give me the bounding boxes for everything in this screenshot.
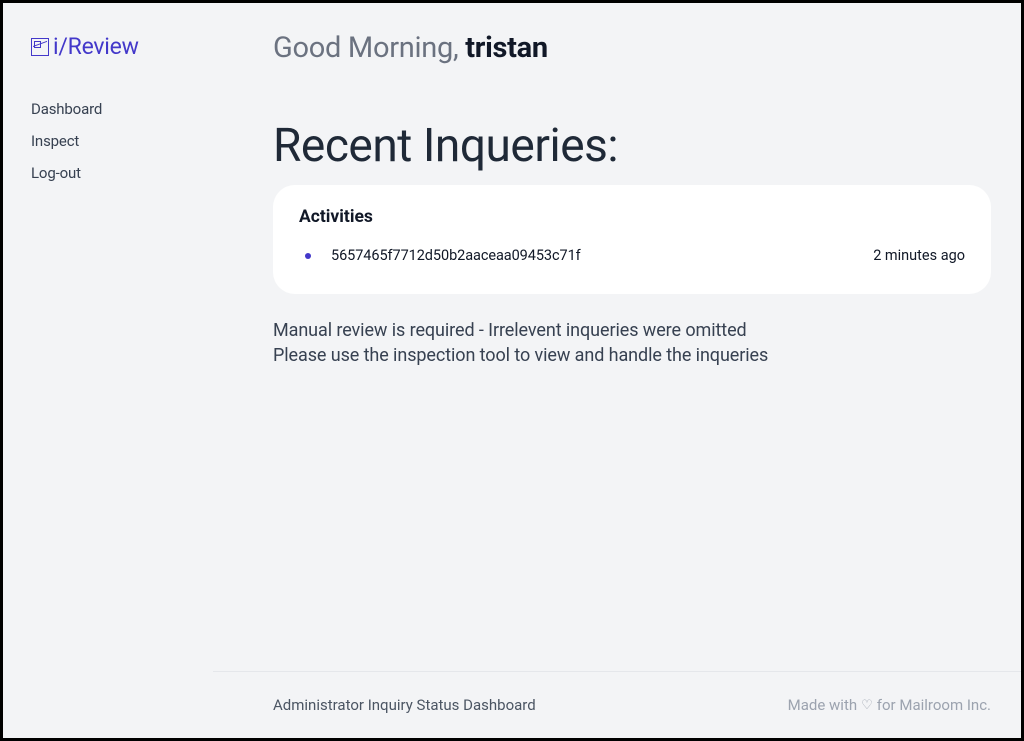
footer-right-prefix: Made with	[788, 696, 857, 714]
greeting-prefix: Good Morning,	[273, 31, 465, 65]
greeting-name: tristan	[465, 31, 548, 65]
note-line-2: Please use the inspection tool to view a…	[273, 343, 991, 368]
activity-row[interactable]: 5657465f7712d50b2aaceaa09453c71f 2 minut…	[299, 247, 965, 264]
footer: Administrator Inquiry Status Dashboard M…	[213, 671, 1021, 738]
greeting: Good Morning, tristan	[273, 31, 991, 65]
broken-image-icon	[31, 38, 49, 56]
nav-item-logout[interactable]: Log-out	[31, 164, 185, 182]
nav-item-inspect[interactable]: Inspect	[31, 132, 185, 150]
nav-list: Dashboard Inspect Log-out	[31, 100, 185, 182]
sidebar: i/Review Dashboard Inspect Log-out	[3, 3, 213, 671]
bullet-dot-icon	[305, 253, 311, 259]
activity-id: 5657465f7712d50b2aaceaa09453c71f	[331, 247, 873, 264]
activities-card: Activities 5657465f7712d50b2aaceaa09453c…	[273, 185, 991, 294]
activity-time: 2 minutes ago	[873, 247, 965, 264]
footer-right: Made with ♡ for Mailroom Inc.	[788, 696, 991, 714]
section-title: Recent Inqueries:	[273, 119, 991, 173]
card-title: Activities	[299, 207, 965, 227]
heart-icon: ♡	[861, 699, 873, 712]
brand-logo[interactable]: i/Review	[31, 33, 185, 60]
brand-name: i/Review	[53, 33, 139, 60]
footer-right-suffix: for Mailroom Inc.	[877, 696, 991, 714]
note-line-1: Manual review is required - Irrelevent i…	[273, 318, 991, 343]
nav-item-dashboard[interactable]: Dashboard	[31, 100, 185, 118]
footer-left: Administrator Inquiry Status Dashboard	[273, 696, 536, 714]
main-content: Good Morning, tristan Recent Inqueries: …	[213, 3, 1021, 671]
